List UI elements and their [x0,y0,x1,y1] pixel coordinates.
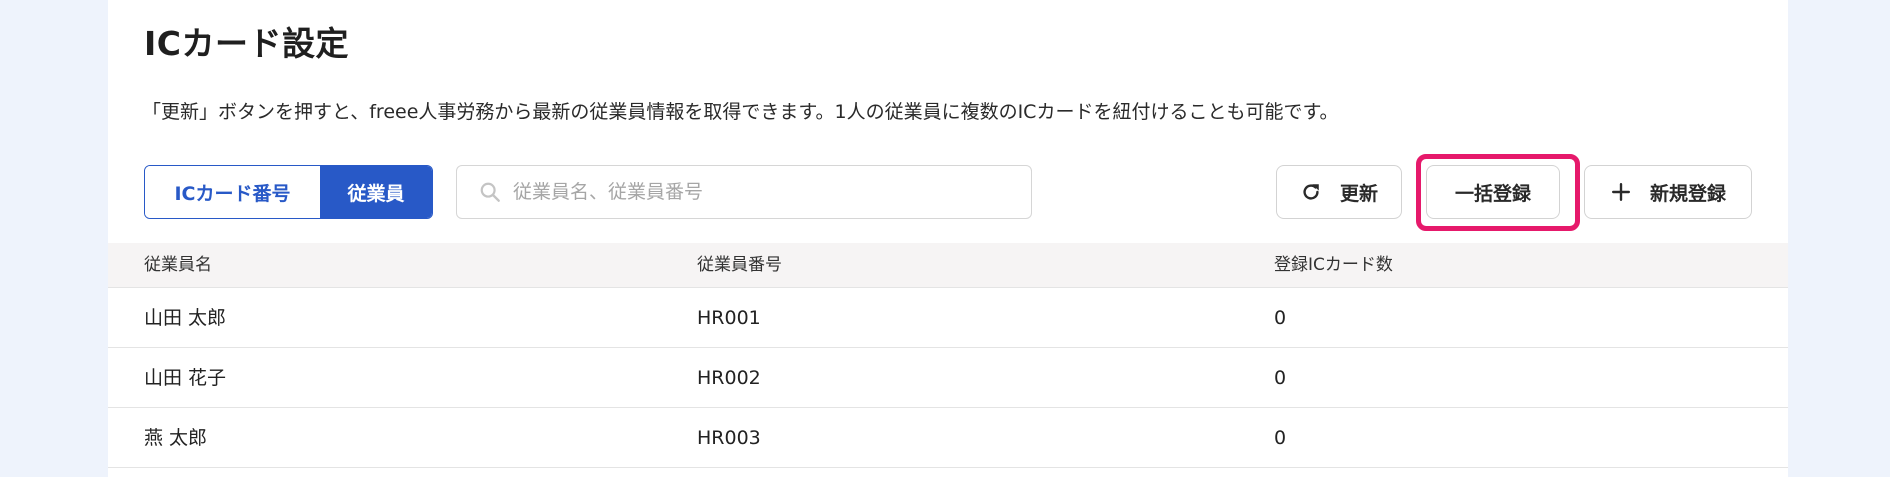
refresh-icon [1303,184,1319,200]
ic-card-count: 0 [1274,307,1287,329]
toggle-employee[interactable]: 従業員 [320,166,432,218]
employee-name: 山田 花子 [144,367,227,389]
plus-icon [1612,183,1630,201]
bulk-register-button[interactable]: 一括登録 [1426,165,1560,219]
column-header-employee-number[interactable]: 従業員番号 [697,243,782,288]
main-panel: ICカード設定 「更新」ボタンを押すと、freee人事労務から最新の従業員情報を… [108,0,1788,477]
employee-name: 山田 太郎 [144,307,227,329]
ic-card-count: 0 [1274,427,1287,449]
employee-table: 従業員名 従業員番号 登録ICカード数 山田 太郎 HR001 0 山田 花子 … [108,243,1788,468]
table-header: 従業員名 従業員番号 登録ICカード数 [108,243,1788,288]
toggle-ic-card-number[interactable]: ICカード番号 [145,166,320,218]
ic-card-count: 0 [1274,367,1287,389]
search-icon [480,182,500,202]
page-title: ICカード設定 [144,24,349,63]
page-description: 「更新」ボタンを押すと、freee人事労務から最新の従業員情報を取得できます。1… [142,101,1339,123]
employee-name: 燕 太郎 [144,427,208,449]
employee-number: HR002 [697,367,761,389]
column-header-name[interactable]: 従業員名 [144,243,212,288]
table-row[interactable]: 燕 太郎 HR003 0 [108,408,1788,468]
employee-number: HR003 [697,427,761,449]
table-row[interactable]: 山田 花子 HR002 0 [108,348,1788,408]
table-row[interactable]: 山田 太郎 HR001 0 [108,288,1788,348]
view-toggle: ICカード番号 従業員 [144,165,433,219]
search-input[interactable] [511,180,1015,204]
employee-number: HR001 [697,307,761,329]
refresh-button[interactable]: 更新 [1276,165,1402,219]
new-register-button-label: 新規登録 [1649,182,1726,205]
refresh-button-label: 更新 [1339,182,1378,205]
search-box[interactable] [456,165,1032,219]
new-register-button[interactable]: 新規登録 [1584,165,1752,219]
bulk-register-button-label: 一括登録 [1454,182,1531,205]
column-header-ic-card-count[interactable]: 登録ICカード数 [1274,243,1393,288]
